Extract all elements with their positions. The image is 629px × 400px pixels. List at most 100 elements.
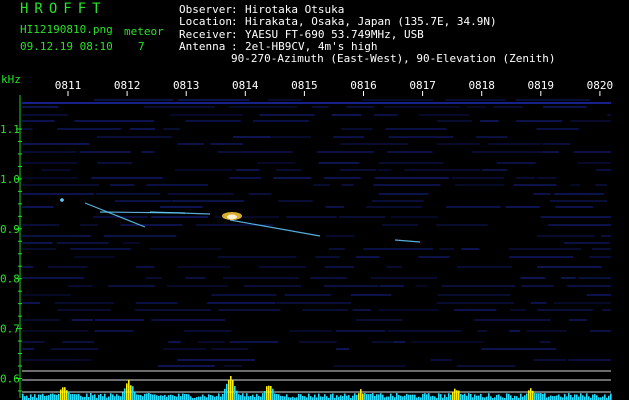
level-bar xyxy=(190,396,192,400)
level-bar xyxy=(412,394,414,400)
level-bar xyxy=(266,386,268,400)
level-bar xyxy=(22,393,24,400)
level-bar xyxy=(496,394,498,400)
level-bar xyxy=(610,393,612,400)
level-bar xyxy=(428,393,430,400)
level-bar xyxy=(370,393,372,400)
level-bar xyxy=(148,393,150,400)
level-bar xyxy=(150,393,152,400)
level-bar xyxy=(340,395,342,400)
level-bar xyxy=(48,395,50,400)
level-bar xyxy=(284,396,286,400)
level-bar xyxy=(40,394,42,400)
level-bar xyxy=(302,395,304,400)
level-bar xyxy=(182,393,184,400)
level-bar xyxy=(72,394,74,400)
level-bar xyxy=(424,393,426,400)
level-bar xyxy=(282,396,284,400)
level-bar xyxy=(286,394,288,400)
level-bar xyxy=(542,393,544,400)
level-bar xyxy=(532,390,534,400)
level-bar xyxy=(242,393,244,400)
level-bar xyxy=(362,393,364,400)
level-bar xyxy=(58,393,60,400)
level-bar xyxy=(348,395,350,400)
level-bar xyxy=(332,393,334,400)
level-bar xyxy=(140,395,142,400)
meteor-echo-trace xyxy=(229,219,321,237)
level-bar xyxy=(176,396,178,400)
level-bar xyxy=(232,380,234,400)
level-bar xyxy=(358,393,360,400)
grid-lines xyxy=(22,370,611,393)
level-bar xyxy=(304,396,306,400)
level-bar xyxy=(582,395,584,400)
level-bar xyxy=(526,393,528,400)
level-bar xyxy=(588,396,590,400)
level-bar xyxy=(128,379,130,400)
level-bar xyxy=(154,394,156,400)
level-bar xyxy=(364,393,366,400)
level-bar xyxy=(172,395,174,400)
level-bar xyxy=(360,389,362,400)
level-bar xyxy=(160,395,162,400)
level-bar xyxy=(536,393,538,400)
level-bar xyxy=(78,393,80,400)
level-bar xyxy=(554,396,556,400)
level-bar xyxy=(278,394,280,400)
level-bar xyxy=(134,391,136,400)
level-bar xyxy=(60,389,62,400)
level-bar xyxy=(186,394,188,400)
level-bar xyxy=(396,393,398,400)
level-bar xyxy=(156,395,158,400)
level-bar xyxy=(486,396,488,400)
level-bar xyxy=(68,391,70,400)
level-bar xyxy=(440,394,442,400)
level-bar xyxy=(452,392,454,400)
level-bar xyxy=(262,393,264,400)
level-bar xyxy=(116,394,118,400)
level-bar xyxy=(570,394,572,400)
level-bar xyxy=(180,396,182,400)
level-bar xyxy=(222,394,224,400)
level-bar xyxy=(38,394,40,400)
level-bar xyxy=(244,396,246,400)
level-bar xyxy=(26,395,28,400)
level-bar xyxy=(104,393,106,400)
level-bar xyxy=(508,393,510,400)
level-bar xyxy=(392,395,394,400)
level-bar xyxy=(566,396,568,400)
level-bar xyxy=(432,395,434,400)
level-bar xyxy=(124,388,126,400)
level-bar xyxy=(168,395,170,400)
level-bar xyxy=(500,396,502,400)
time-tick-label: 0818 xyxy=(468,79,495,92)
level-bar xyxy=(368,394,370,400)
level-bar xyxy=(62,387,64,400)
level-bar xyxy=(576,394,578,400)
level-bar xyxy=(544,393,546,400)
level-bar xyxy=(528,390,530,400)
level-bar xyxy=(76,394,78,400)
level-bar xyxy=(24,396,26,400)
level-bar xyxy=(580,393,582,400)
level-bar xyxy=(162,395,164,400)
time-tick-label: 0819 xyxy=(528,79,555,92)
level-bar xyxy=(326,396,328,400)
level-bar xyxy=(308,393,310,400)
level-bar xyxy=(202,394,204,400)
level-bar xyxy=(474,394,476,400)
level-bar xyxy=(188,394,190,400)
time-axis: 0811 0812 0813 0814 0815 0816 0817 0818 0819 0820 xyxy=(55,79,613,96)
level-bar xyxy=(98,394,100,400)
level-bar xyxy=(320,396,322,400)
level-bar xyxy=(324,394,326,400)
level-bar xyxy=(120,396,122,400)
time-tick-label: 0811 xyxy=(55,79,82,92)
level-bar xyxy=(366,394,368,400)
level-bar xyxy=(356,394,358,400)
time-tick-label: 0820 xyxy=(587,79,614,92)
level-bar xyxy=(578,396,580,400)
level-bar xyxy=(52,393,54,400)
level-bar xyxy=(510,395,512,400)
